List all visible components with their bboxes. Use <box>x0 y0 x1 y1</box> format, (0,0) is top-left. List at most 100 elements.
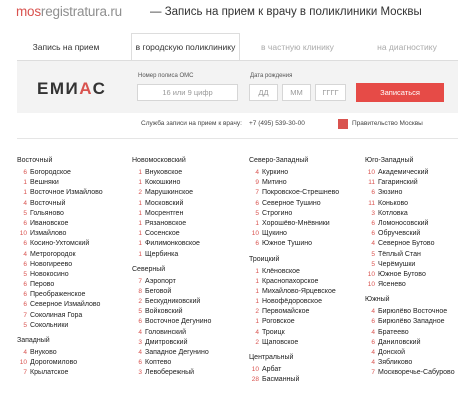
site-logo[interactable]: mosregistratura.ru <box>16 4 122 19</box>
district-link[interactable]: 3 Левобережный <box>132 368 247 378</box>
district-link[interactable]: 7 Крылатское <box>17 368 132 378</box>
district-link[interactable]: 2 Первомайское <box>249 307 364 317</box>
district-link[interactable]: 6 Ивановское <box>17 219 132 229</box>
district-link[interactable]: 6 Ломоносовский <box>365 219 475 229</box>
district-link[interactable]: 1 Внуковское <box>132 168 247 178</box>
district-link[interactable]: 11 Гагаринский <box>365 178 475 188</box>
district-link[interactable]: 6 Восточное Дегунино <box>132 317 247 327</box>
district-link[interactable]: 1 Кокошкино <box>132 178 247 188</box>
district-link[interactable]: 1 Щербинка <box>132 250 247 260</box>
district-link[interactable]: 3 Дмитровский <box>132 338 247 348</box>
district-link[interactable]: 4 Восточный <box>17 199 132 209</box>
okrug-heading: Западный <box>17 337 50 344</box>
district-link[interactable]: 6 Косино-Ухтомский <box>17 239 132 249</box>
district-link[interactable]: 2 Бескудниковский <box>132 297 247 307</box>
district-link[interactable]: 10 Измайлово <box>17 229 132 239</box>
district-link[interactable]: 10 Дорогомилово <box>17 358 132 368</box>
district-link[interactable]: 6 Даниловский <box>365 338 475 348</box>
submit-button[interactable]: Записаться <box>356 83 444 102</box>
tab-city-clinic[interactable]: в городскую поликлинику <box>131 33 240 60</box>
clinic-count: 4 <box>371 328 375 336</box>
district-link[interactable]: 1 Филимонковское <box>132 239 247 249</box>
tab-diagnostics[interactable]: на диагностику <box>356 34 458 60</box>
district-link[interactable]: 1 Сосенское <box>132 229 247 239</box>
district-name: Мосрентген <box>145 209 184 217</box>
district-link[interactable]: 2 Щаповское <box>249 338 364 348</box>
district-link[interactable]: 1 Хорошёво-Мнёвники <box>249 219 364 229</box>
dob-month-input[interactable]: ММ <box>282 84 311 101</box>
district-link[interactable]: 1 Краснопахорское <box>249 277 364 287</box>
district-link[interactable]: 5 Гольяново <box>17 209 132 219</box>
district-link[interactable]: 7 Москворечье-Сабурово <box>365 368 475 378</box>
district-name: Москворечье-Сабурово <box>378 369 455 377</box>
clinic-count: 6 <box>138 359 142 367</box>
policy-number-input[interactable]: 16 или 9 цифр <box>137 84 238 101</box>
district-link[interactable]: 4 Западное Дегунино <box>132 348 247 358</box>
district-link[interactable]: 4 Братеево <box>365 328 475 338</box>
district-link[interactable]: 6 Зюзино <box>365 188 475 198</box>
clinic-count: 6 <box>371 318 375 326</box>
district-link[interactable]: 6 Северное Измайлово <box>17 300 132 310</box>
district-link[interactable]: 11 Коньково <box>365 199 475 209</box>
district-link[interactable]: 6 Южное Тушино <box>249 239 364 249</box>
district-link[interactable]: 4 Метрогородок <box>17 250 132 260</box>
district-link[interactable]: 3 Котловка <box>365 209 475 219</box>
gov-link[interactable]: Правительство Москвы <box>352 120 423 127</box>
district-link[interactable]: 10 Южное Бутово <box>365 270 475 280</box>
district-link[interactable]: 7 Соколиная Гора <box>17 311 132 321</box>
district-link[interactable]: 1 Роговское <box>249 317 364 327</box>
district-link[interactable]: 6 Богородское <box>17 168 132 178</box>
district-link[interactable]: 5 Новокосино <box>17 270 132 280</box>
clinic-count: 5 <box>23 270 27 278</box>
district-link[interactable]: 1 Вешняки <box>17 178 132 188</box>
district-link[interactable]: 6 Бирюлёво Западное <box>365 317 475 327</box>
district-link[interactable]: 9 Митино <box>249 178 364 188</box>
district-link[interactable]: 6 Обручевский <box>365 229 475 239</box>
district-link[interactable]: 6 Северное Тушино <box>249 199 364 209</box>
district-link[interactable]: 7 Покровское-Стрешнево <box>249 188 364 198</box>
clinic-count: 4 <box>138 328 142 336</box>
service-label: Служба записи на прием к врачу: <box>141 120 242 127</box>
district-link[interactable]: 4 Куркино <box>249 168 364 178</box>
district-link[interactable]: 10 Академический <box>365 168 475 178</box>
service-phone[interactable]: +7 (495) 539-30-00 <box>249 120 305 127</box>
district-link[interactable]: 4 Северное Бутово <box>365 239 475 249</box>
clinic-count: 5 <box>23 321 27 329</box>
district-link[interactable]: 4 Донской <box>365 348 475 358</box>
district-link[interactable]: 6 Перово <box>17 280 132 290</box>
district-link[interactable]: 6 Новогиреево <box>17 260 132 270</box>
district-link[interactable]: 5 Тёплый Стан <box>365 250 475 260</box>
district-link[interactable]: 4 Внуково <box>17 348 132 358</box>
district-link[interactable]: 10 Арбат <box>249 365 364 375</box>
district-name: Щукино <box>262 230 287 238</box>
tab-private-clinic[interactable]: в частную клинику <box>245 34 350 60</box>
district-link[interactable]: 6 Коптево <box>132 358 247 368</box>
district-link[interactable]: 1 Рязановское <box>132 219 247 229</box>
clinic-count: 28 <box>251 376 259 384</box>
district-link[interactable]: 2 Марушкинское <box>132 188 247 198</box>
clinic-count: 4 <box>371 349 375 356</box>
district-link[interactable]: 28 Басманный <box>249 375 364 385</box>
district-link[interactable]: 4 Бирюлёво Восточное <box>365 307 475 317</box>
district-link[interactable]: 6 Преображенское <box>17 290 132 300</box>
district-link[interactable]: 5 Строгино <box>249 209 364 219</box>
district-link[interactable]: 1 Клёновское <box>249 267 364 277</box>
district-link[interactable]: 10 Щукино <box>249 229 364 239</box>
district-link[interactable]: 1 Мосрентген <box>132 209 247 219</box>
district-link[interactable]: 4 Зябликово <box>365 358 475 368</box>
district-link[interactable]: 1 Восточное Измайлово <box>17 188 132 198</box>
district-link[interactable]: 1 Новофёдоровское <box>249 297 364 307</box>
dob-year-input[interactable]: ГГГГ <box>315 84 346 101</box>
district-link[interactable]: 7 Аэропорт <box>132 277 247 287</box>
dob-day-input[interactable]: ДД <box>249 84 278 101</box>
district-link[interactable]: 5 Черёмушки <box>365 260 475 270</box>
district-link[interactable]: 10 Ясенево <box>365 280 475 290</box>
district-link[interactable]: 4 Головинский <box>132 328 247 338</box>
district-link[interactable]: 1 Московский <box>132 199 247 209</box>
district-link[interactable]: 4 Троицк <box>249 328 364 338</box>
tab-appointment[interactable]: Запись на прием <box>17 34 115 60</box>
district-link[interactable]: 1 Михайлово-Ярцевское <box>249 287 364 297</box>
district-link[interactable]: 8 Беговой <box>132 287 247 297</box>
district-link[interactable]: 5 Войковский <box>132 307 247 317</box>
district-link[interactable]: 5 Сокольники <box>17 321 132 331</box>
